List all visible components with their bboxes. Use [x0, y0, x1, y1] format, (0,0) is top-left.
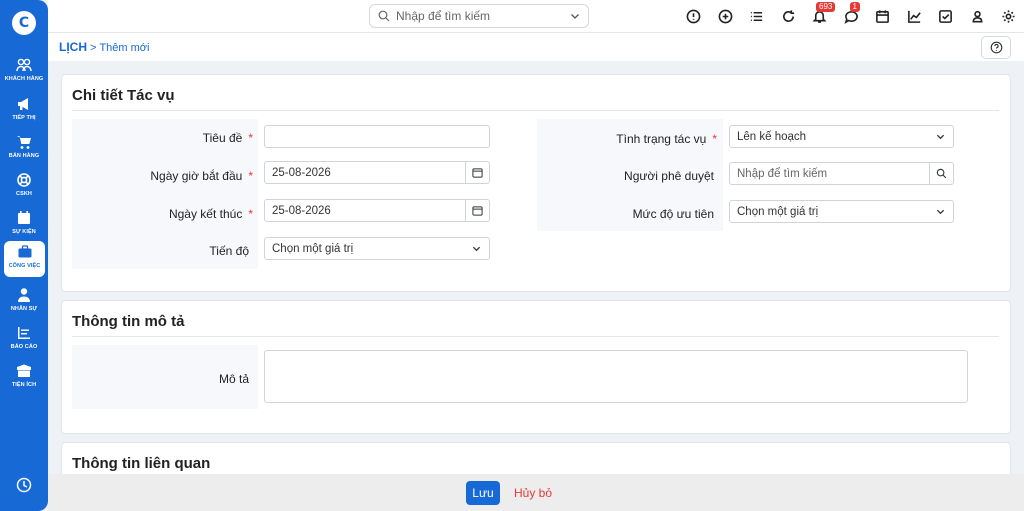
sidebar-item-sales[interactable]: BÁN HÀNG — [2, 131, 46, 167]
form-footer: Lưu Hủy bỏ — [48, 474, 1024, 511]
description-textarea[interactable] — [264, 350, 968, 403]
breadcrumb-bar: LỊCH > Thêm mới — [48, 33, 1024, 61]
app-logo[interactable]: C — [12, 11, 36, 35]
approver-search[interactable]: Nhập để tìm kiếm — [729, 162, 954, 185]
chevron-down-icon — [472, 246, 481, 252]
chat-icon[interactable]: 1 — [842, 2, 861, 26]
section-title: Chi tiết Tác vụ — [72, 87, 175, 104]
progress-label: Tiến độ — [209, 244, 249, 258]
settings-gear-icon[interactable] — [999, 7, 1018, 26]
refresh-icon[interactable] — [779, 7, 798, 26]
global-search[interactable]: Nhập để tìm kiếm — [369, 4, 589, 28]
status-select[interactable]: Lên kế hoạch — [729, 125, 954, 148]
task-details-card: Chi tiết Tác vụ Tiêu đề * Ngày giờ bắt đầ… — [61, 74, 1011, 292]
priority-select[interactable]: Chọn một giá trị — [729, 200, 954, 223]
calendar-picker-icon[interactable] — [465, 162, 489, 183]
end-date-label: Ngày kết thúc * — [168, 207, 253, 221]
sidebar-item-hr[interactable]: NHÂN SỰ — [2, 284, 46, 320]
message-badge: 1 — [849, 2, 860, 12]
user-icon[interactable] — [968, 7, 987, 26]
sidebar-item-reports[interactable]: BÁO CÁO — [2, 322, 46, 358]
calendar-top-icon[interactable] — [873, 7, 892, 26]
lifebuoy-icon — [17, 173, 31, 187]
list-icon[interactable] — [747, 7, 766, 26]
help-icon — [990, 41, 1002, 54]
title-label: Tiêu đề * — [202, 131, 253, 145]
sidebar-item-support[interactable]: CSKH — [2, 169, 46, 205]
sidebar-item-customers[interactable]: KHÁCH HÀNG — [2, 54, 46, 90]
sidebar: C KHÁCH HÀNG TIẾP THỊ BÁN HÀNG CSKH SỰ K… — [0, 0, 48, 511]
megaphone-icon — [18, 98, 28, 110]
sidebar-item-events[interactable]: SỰ KIỆN — [2, 207, 46, 243]
report-icon — [18, 327, 30, 339]
alert-icon[interactable] — [684, 7, 703, 26]
breadcrumb-root[interactable]: LỊCH — [59, 40, 87, 54]
approver-label: Người phê duyệt — [624, 169, 714, 183]
section-title: Thông tin mô tả — [72, 313, 185, 330]
notification-badge: 693 — [816, 2, 836, 12]
start-datetime-label: Ngày giờ bắt đầu * — [150, 169, 253, 183]
end-date-input[interactable]: 25-08-2026 — [264, 199, 490, 222]
search-icon — [378, 10, 390, 22]
cart-icon — [17, 136, 31, 149]
calendar-picker-icon[interactable] — [465, 200, 489, 221]
breadcrumb: LỊCH > Thêm mới — [59, 40, 150, 54]
start-date-input[interactable]: 25-08-2026 — [264, 161, 490, 184]
chevron-down-icon — [936, 134, 945, 140]
description-label: Mô tả — [218, 372, 249, 386]
status-label: Tình trạng tác vụ * — [616, 132, 717, 146]
chevron-down-icon — [571, 14, 579, 19]
person-icon — [18, 288, 30, 302]
chart-line-icon[interactable] — [905, 7, 924, 26]
top-bar: Nhập để tìm kiếm 693 1 — [48, 0, 1024, 33]
box-icon — [17, 364, 31, 377]
save-button[interactable]: Lưu — [466, 481, 500, 505]
search-icon[interactable] — [929, 163, 953, 184]
clock-icon[interactable] — [16, 477, 32, 493]
priority-label: Mức độ ưu tiên — [632, 207, 714, 221]
add-icon[interactable] — [716, 7, 735, 26]
chevron-down-icon — [936, 209, 945, 215]
description-card: Thông tin mô tả Mô tả — [61, 300, 1011, 434]
cancel-button[interactable]: Hủy bỏ — [514, 486, 552, 500]
sidebar-item-marketing[interactable]: TIẾP THỊ — [2, 93, 46, 129]
users-icon — [16, 58, 32, 72]
help-button[interactable] — [981, 36, 1011, 59]
notification-bell-icon[interactable]: 693 — [810, 2, 836, 26]
sidebar-item-tasks[interactable]: CÔNG VIỆC — [4, 241, 45, 277]
section-title: Thông tin liên quan — [72, 455, 211, 472]
title-input[interactable] — [264, 125, 490, 148]
breadcrumb-current: Thêm mới — [99, 42, 150, 54]
briefcase-icon — [18, 245, 31, 258]
calendar-icon — [18, 211, 30, 224]
checkbox-icon[interactable] — [936, 7, 955, 26]
progress-select[interactable]: Chọn một giá trị — [264, 237, 490, 260]
sidebar-item-utilities[interactable]: TIỆN ÍCH — [2, 360, 46, 396]
search-input[interactable]: Nhập để tìm kiếm — [396, 9, 570, 23]
